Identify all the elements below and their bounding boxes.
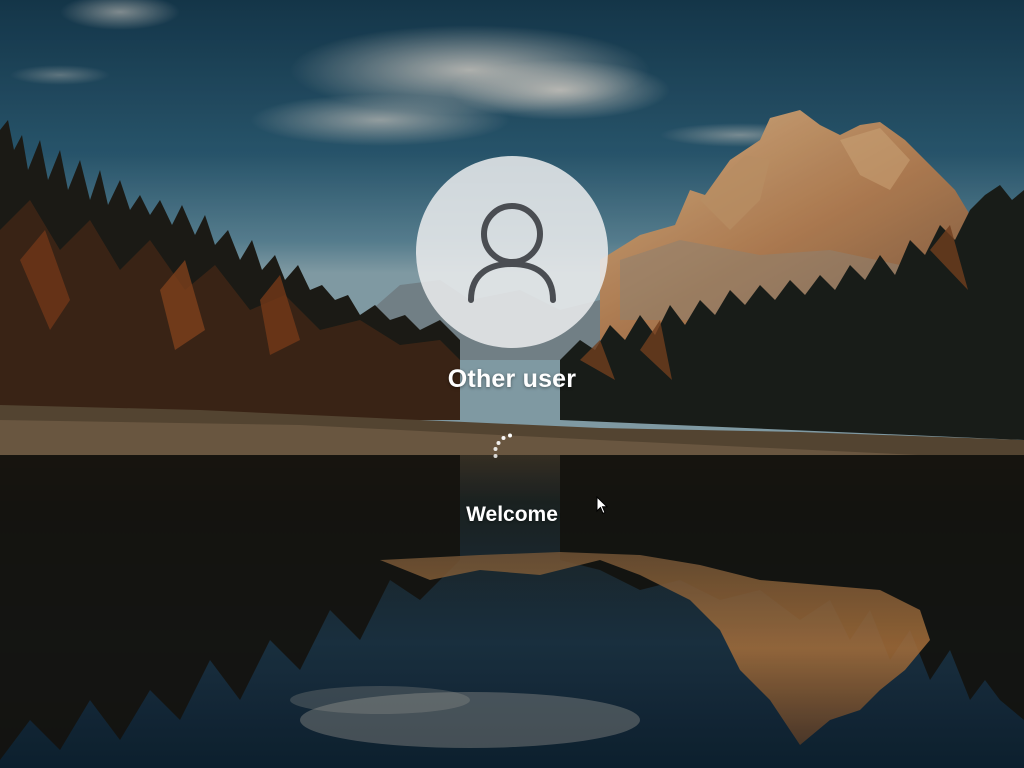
person-icon — [468, 203, 556, 303]
user-name: Other user — [447, 365, 577, 393]
loading-spinner-icon — [493, 433, 512, 458]
mouse-pointer-icon — [596, 496, 608, 515]
user-avatar — [416, 156, 608, 348]
welcome-status-text: Welcome — [466, 503, 558, 526]
lock-screen: Other user Welcome — [0, 0, 1024, 768]
